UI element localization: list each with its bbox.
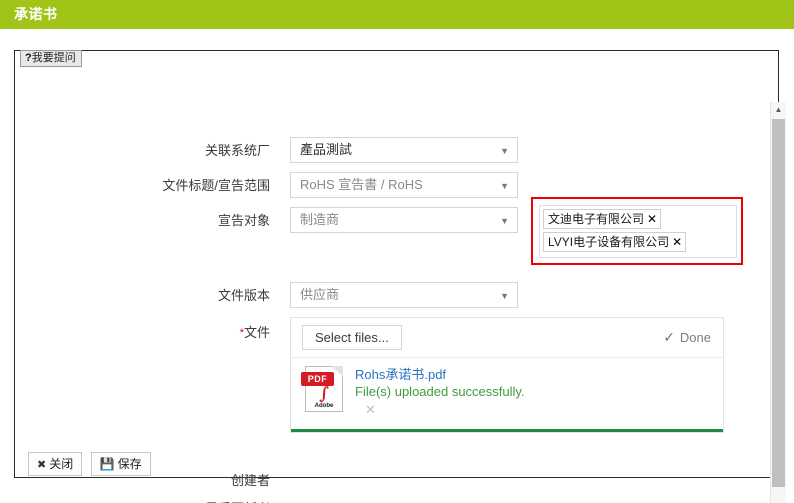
select-doc-title-scope[interactable]: RoHS 宣告書 / RoHS ▼ <box>290 172 518 198</box>
label-file-text: 文件 <box>243 325 270 340</box>
chevron-down-icon: ▼ <box>500 216 509 226</box>
select-declaration-target-value: 制造商 <box>300 212 340 227</box>
select-doc-title-scope-value: RoHS 宣告書 / RoHS <box>300 177 423 192</box>
check-icon: ✓ <box>663 329 675 345</box>
select-system-factory[interactable]: 產品測試 ▼ <box>290 137 518 163</box>
selected-companies-list[interactable]: 文迪电子有限公司 ✕ LVYI电子设备有限公司 ✕ <box>539 205 737 258</box>
upload-done-label: Done <box>679 330 711 345</box>
file-uploader: Select files... ✓ Done ∫ PDF Adobe Rohs承诺… <box>290 317 724 433</box>
page-title: 承诺书 <box>14 6 58 22</box>
label-system-factory: 关联系统厂 <box>204 143 270 158</box>
form-action-buttons: ✖ 关闭 💾 保存 <box>28 452 155 476</box>
label-declaration-target: 宣告对象 <box>217 213 270 228</box>
ask-question-button[interactable]: ?我要提问 <box>20 50 82 67</box>
pdf-icon-badge: PDF <box>301 372 334 386</box>
upload-status-text: File(s) uploaded successfully. <box>355 384 525 399</box>
label-creator: 创建者 <box>230 473 270 488</box>
close-button-label: 关闭 <box>49 457 74 471</box>
save-button-label: 保存 <box>117 457 142 471</box>
list-item[interactable]: 文迪电子有限公司 ✕ <box>543 209 662 229</box>
pdf-file-icon: ∫ PDF Adobe <box>301 366 343 412</box>
remove-file-icon[interactable]: ✕ <box>365 403 376 417</box>
list-item[interactable]: LVYI电子设备有限公司 ✕ <box>543 232 687 252</box>
company-tag-label: 文迪电子有限公司 <box>548 212 645 226</box>
select-doc-version[interactable]: 供应商 ▼ <box>290 282 518 308</box>
label-doc-version: 文件版本 <box>217 288 270 303</box>
ask-question-label: 我要提问 <box>31 52 76 64</box>
label-file: *文件 <box>190 325 270 341</box>
company-tag-label: LVYI电子设备有限公司 <box>548 235 670 249</box>
uploader-toolbar: Select files... ✓ Done <box>291 318 723 358</box>
scrollbar-thumb[interactable] <box>772 119 785 487</box>
chevron-down-icon: ▼ <box>500 291 509 301</box>
upload-done-status[interactable]: ✓ Done <box>663 328 711 347</box>
close-button[interactable]: ✖ 关闭 <box>28 452 83 476</box>
question-mark-icon: ? <box>25 52 32 64</box>
declaration-target-highlight-box: 文迪电子有限公司 ✕ LVYI电子设备有限公司 ✕ <box>531 197 743 265</box>
close-icon: ✖ <box>37 459 47 471</box>
form-panel: 关联系统厂 產品測試 ▼ 文件标题/宣告范围 RoHS 宣告書 / RoHS ▼… <box>14 50 786 503</box>
label-doc-title-scope: 文件标题/宣告范围 <box>162 178 270 193</box>
app-window: 承诺书 关联系统厂 產品測試 ▼ 文件标题/宣告范围 RoHS 宣告書 / Ro… <box>0 0 794 503</box>
upload-progress-bar <box>291 429 723 432</box>
vertical-scrollbar[interactable]: ▲ ▼ <box>770 102 786 503</box>
select-system-factory-value: 產品測試 <box>300 142 353 157</box>
select-files-button[interactable]: Select files... <box>302 325 402 350</box>
chevron-down-icon: ▼ <box>500 181 509 191</box>
close-icon[interactable]: ✕ <box>672 235 682 249</box>
window-title-bar: 承诺书 <box>0 0 794 29</box>
close-icon[interactable]: ✕ <box>647 212 657 226</box>
uploaded-file-row: ∫ PDF Adobe Rohs承诺书.pdf File(s) uploaded… <box>291 358 723 428</box>
pdf-icon-acrobat-glyph: ∫ <box>319 384 329 404</box>
uploaded-file-name-link[interactable]: Rohs承诺书.pdf <box>355 367 446 383</box>
chevron-down-icon: ▼ <box>500 146 509 156</box>
scroll-up-icon[interactable]: ▲ <box>771 102 786 118</box>
pdf-icon-brand: Adobe <box>314 403 334 409</box>
select-doc-version-value: 供应商 <box>300 287 340 302</box>
save-disk-icon: 💾 <box>99 457 115 471</box>
save-button[interactable]: 💾 保存 <box>90 452 151 476</box>
select-declaration-target[interactable]: 制造商 ▼ <box>290 207 518 233</box>
